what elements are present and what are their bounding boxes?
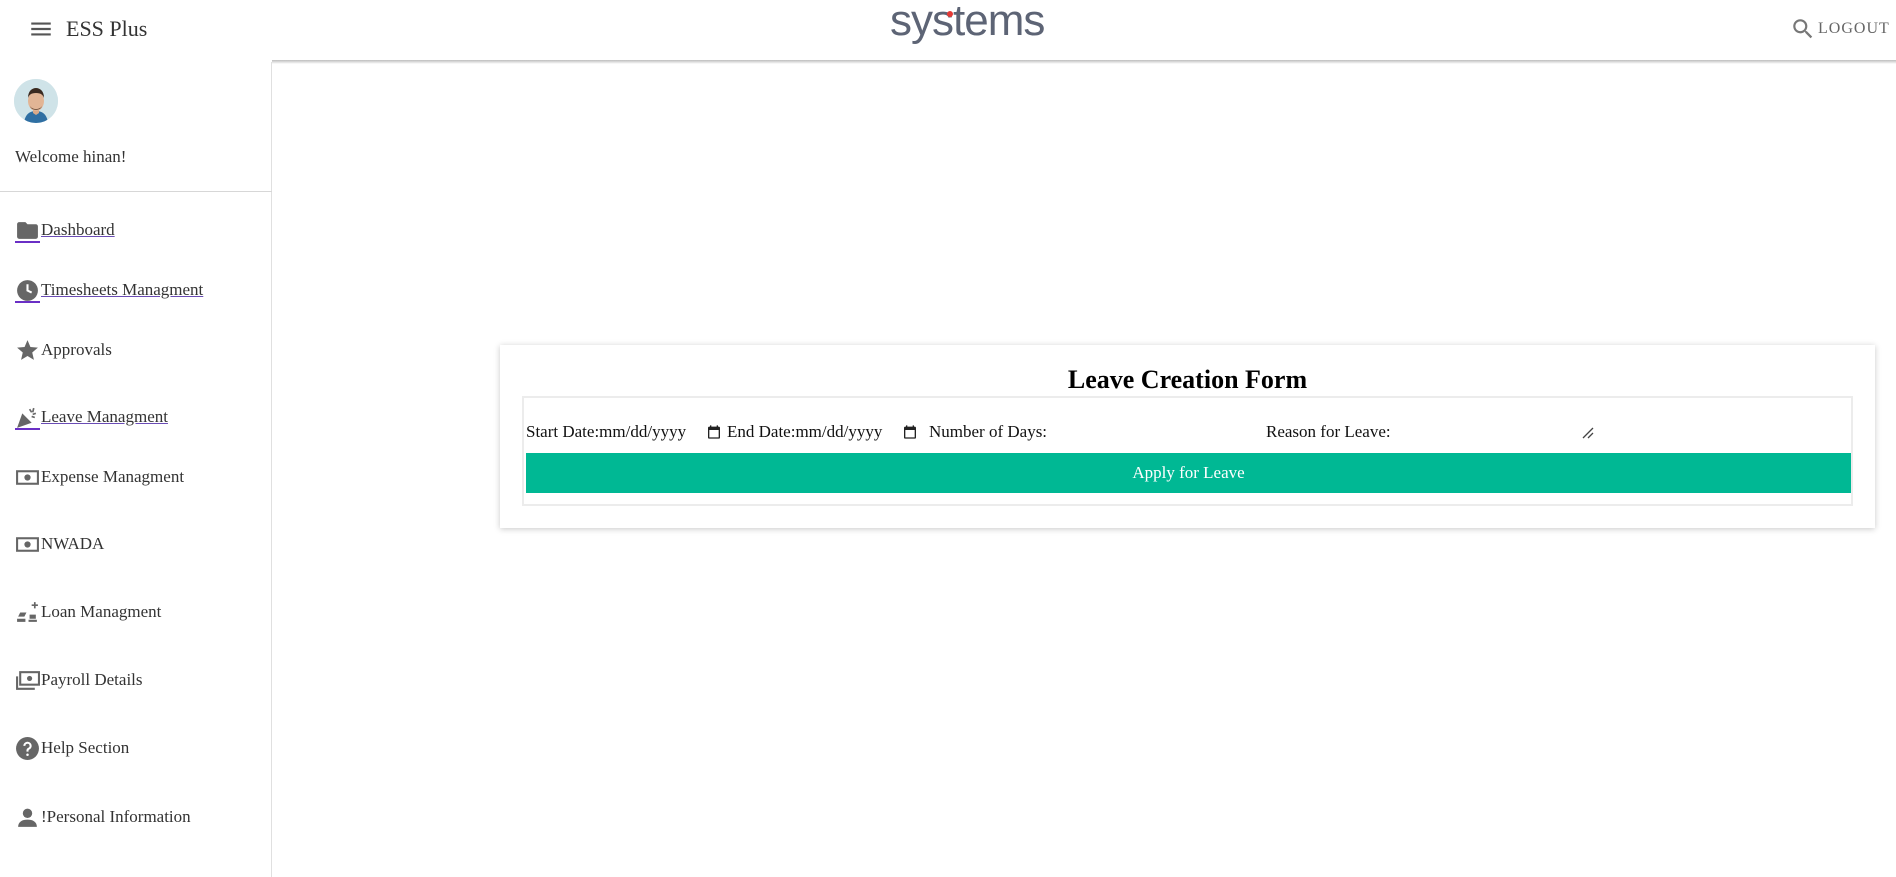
sidebar-item-label: Help Section [41, 738, 130, 757]
top-app-bar: ESS Plus systems LOGOUT [0, 0, 1896, 64]
reason-label: Reason for Leave: [1266, 422, 1391, 441]
topbar-shadow [272, 60, 1896, 64]
welcome-message: Welcome hinan! [15, 147, 127, 166]
sidebar-item-nwada[interactable]: NWADA [15, 529, 104, 559]
celebration-icon [15, 405, 40, 430]
sidebar-item-label: Dashboard [41, 220, 115, 239]
app-title: ESS Plus [66, 16, 148, 41]
sidebar-item-help[interactable]: Help Section [15, 733, 129, 763]
sidebar-item-label: Approvals [41, 340, 112, 359]
sidebar-divider [0, 191, 272, 192]
form-title: Leave Creation Form [1067, 365, 1308, 394]
apply-for-leave-button[interactable]: Apply for Leave [526, 453, 1851, 493]
payments-icon [15, 668, 40, 693]
sidebar-item-leave[interactable]: Leave Managment [15, 402, 168, 432]
logout-button[interactable]: LOGOUT [1818, 20, 1890, 38]
number-of-days-field[interactable]: Number of Days: [929, 420, 1047, 444]
money-icon [15, 532, 40, 557]
textarea-resize-handle-icon[interactable] [1581, 426, 1595, 440]
logo-text: systems [890, 0, 1045, 45]
sidebar-item-label: NWADA [41, 534, 105, 553]
start-date-field[interactable]: Start Date: mm/dd/yyyy [526, 420, 724, 444]
sidebar-item-timesheets[interactable]: Timesheets Managment [15, 275, 203, 305]
end-date-label: End Date: [727, 422, 796, 441]
sidebar-item-label: Loan Managment [41, 602, 162, 621]
help-icon [15, 736, 40, 761]
sidebar-item-label: Leave Managment [41, 407, 168, 426]
end-date-input[interactable]: mm/dd/yyyy [795, 422, 882, 442]
sidebar: Welcome hinan! Dashboard Timesheets Mana… [0, 62, 272, 877]
sidebar-item-label: Expense Managment [41, 467, 185, 486]
sidebar-item-label: Timesheets Managment [41, 280, 204, 299]
bank-icon [15, 600, 40, 625]
clock-icon [15, 278, 40, 303]
calendar-icon[interactable] [902, 424, 918, 440]
start-date-input[interactable]: mm/dd/yyyy [599, 422, 686, 442]
search-icon[interactable] [1790, 16, 1816, 42]
hamburger-menu-icon[interactable] [28, 16, 54, 42]
company-logo: systems [890, 0, 1045, 46]
sidebar-item-expense[interactable]: Expense Managment [15, 462, 184, 492]
sidebar-item-payroll[interactable]: Payroll Details [15, 665, 143, 695]
money-icon [15, 465, 40, 490]
person-icon [15, 805, 40, 830]
star-icon [15, 338, 40, 363]
avatar[interactable] [14, 79, 58, 123]
number-of-days-label: Number of Days: [929, 422, 1048, 441]
calendar-icon[interactable] [706, 424, 722, 440]
leave-form-card: Leave Creation Form Start Date: mm/dd/yy… [500, 345, 1875, 528]
sidebar-item-loan[interactable]: Loan Managment [15, 597, 161, 627]
sidebar-item-dashboard[interactable]: Dashboard [15, 215, 115, 245]
leave-form: Start Date: mm/dd/yyyy End Date: mm/dd/y… [522, 396, 1853, 506]
sidebar-item-label: !Personal Information [41, 807, 191, 826]
end-date-field[interactable]: End Date: mm/dd/yyyy [727, 420, 920, 444]
folder-icon [15, 218, 40, 243]
logo-dot [947, 11, 953, 17]
sidebar-item-approvals[interactable]: Approvals [15, 335, 112, 365]
start-date-label: Start Date: [526, 422, 600, 441]
reason-field[interactable]: Reason for Leave: [1266, 420, 1391, 444]
sidebar-item-personal-info[interactable]: !Personal Information [15, 802, 191, 832]
sidebar-item-label: Payroll Details [41, 670, 143, 689]
